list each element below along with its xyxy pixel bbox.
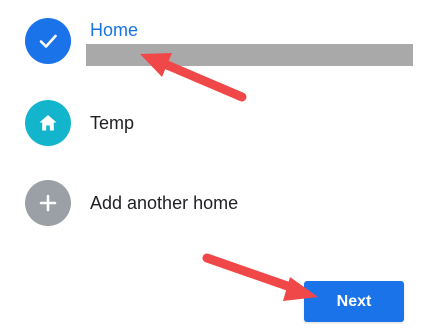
home-option-label: Home bbox=[90, 20, 139, 40]
house-icon bbox=[39, 115, 57, 131]
redacted-address-bar bbox=[86, 44, 413, 66]
add-home-label: Add another home bbox=[90, 193, 239, 213]
add-home-avatar bbox=[25, 180, 71, 226]
temp-avatar bbox=[25, 100, 71, 146]
home-avatar bbox=[25, 18, 71, 64]
check-icon bbox=[39, 34, 57, 48]
arrow-to-next-button bbox=[202, 253, 318, 301]
home-selection-screen: Home Temp Add another home Next bbox=[0, 0, 430, 335]
temp-option-label: Temp bbox=[90, 113, 135, 133]
plus-icon bbox=[39, 194, 57, 212]
next-button[interactable]: Next bbox=[304, 281, 404, 322]
